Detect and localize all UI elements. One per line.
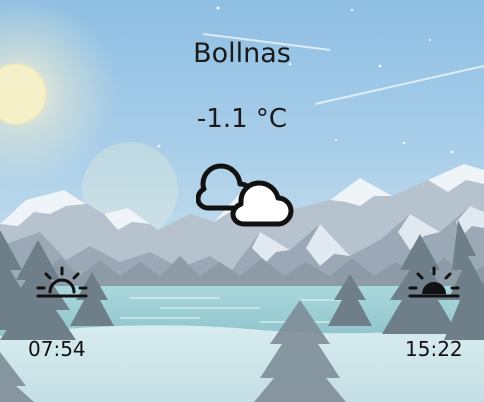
sunrise-icon	[36, 266, 88, 298]
sunset-icon	[408, 266, 460, 298]
weather-widget: Bollnas -1.1 °C 07:54 15:22	[0, 0, 484, 402]
sunset-time: 15:22	[405, 337, 463, 361]
sunrise-time: 07:54	[28, 337, 86, 361]
temperature-value: -1.1 °C	[196, 104, 288, 134]
cloudy-icon	[196, 163, 294, 227]
city-name: Bollnas	[193, 38, 291, 69]
